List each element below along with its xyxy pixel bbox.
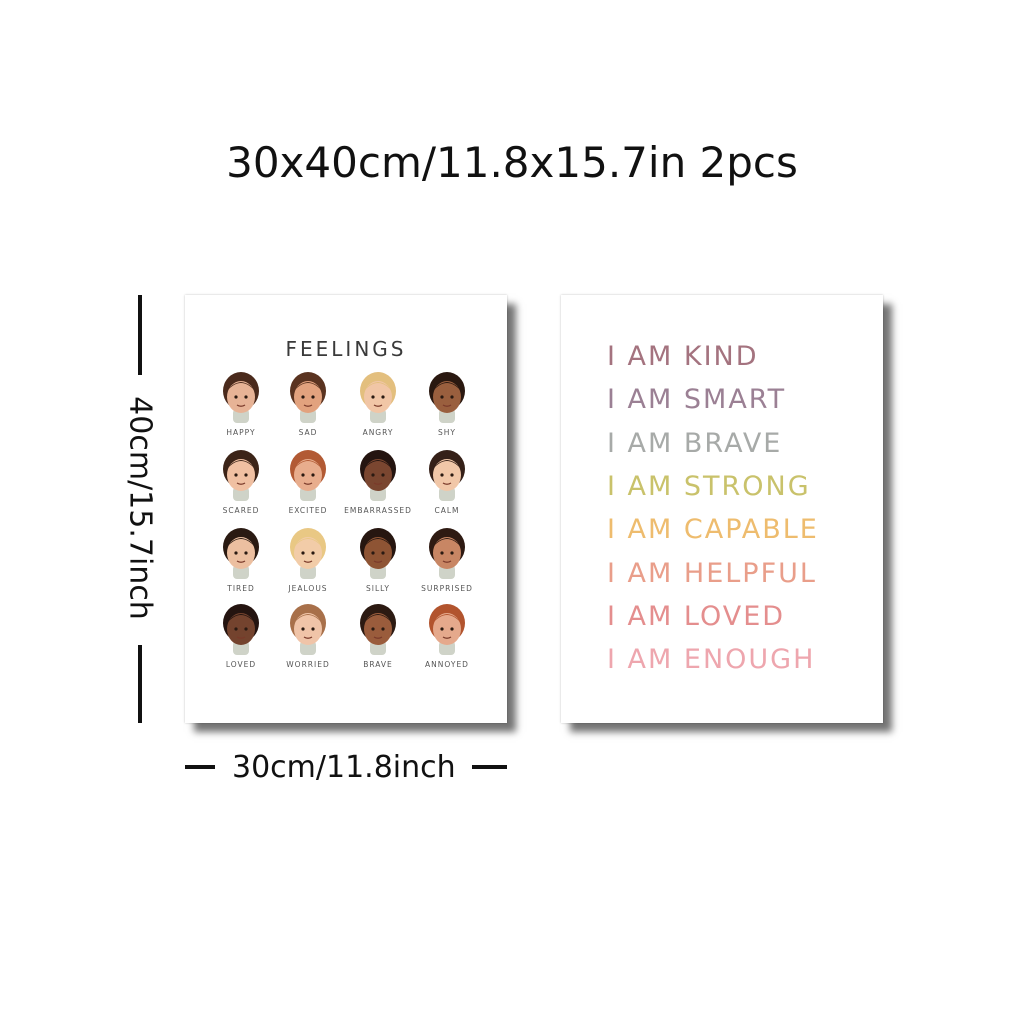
- child-face-icon: [429, 604, 465, 655]
- affirmation-line: I AM STRONG: [607, 470, 811, 502]
- affirmation-line: I AM CAPABLE: [607, 514, 819, 546]
- feeling-label: EMBARRASSED: [344, 506, 412, 515]
- affirmation-line: I AM KIND: [607, 341, 759, 372]
- feeling-card: SAD: [268, 369, 348, 441]
- feeling-label: SURPRISED: [421, 584, 473, 593]
- child-face-icon: [360, 604, 396, 655]
- height-dimension-bar-bottom: [138, 645, 142, 723]
- width-dimension-bar-left: [185, 765, 215, 769]
- feeling-card: EMBARRASSED: [338, 447, 418, 519]
- child-face-icon: [290, 604, 326, 655]
- child-face-icon: [429, 450, 465, 501]
- child-face-icon: [290, 528, 326, 579]
- child-face-icon: [360, 450, 396, 501]
- child-face-icon: [290, 372, 326, 423]
- feeling-label: SILLY: [366, 584, 390, 593]
- feeling-card: CALM: [407, 447, 487, 519]
- child-face-icon: [290, 450, 326, 501]
- affirmation-line: I AM ENOUGH: [607, 644, 816, 676]
- product-size-headline: 30x40cm/11.8x15.7in 2pcs: [226, 138, 798, 187]
- feeling-label: ANNOYED: [425, 660, 469, 669]
- feeling-label: BRAVE: [363, 660, 393, 669]
- child-face-icon: [360, 372, 396, 423]
- feelings-poster: FEELINGS HAPPY SAD ANGRY SHY SCARED EXCITED EM…: [185, 295, 507, 723]
- feeling-card: JEALOUS: [268, 525, 348, 597]
- feeling-label: SAD: [298, 428, 318, 437]
- feeling-card: SILLY: [338, 525, 418, 597]
- affirmation-line: I AM BRAVE: [607, 427, 783, 459]
- child-face-icon: [223, 528, 259, 579]
- child-face-icon: [429, 528, 465, 579]
- width-dimension-bar-right: [472, 765, 507, 769]
- child-face-icon: [429, 372, 465, 423]
- affirmation-line: I AM LOVED: [607, 600, 786, 632]
- child-face-icon: [223, 450, 259, 501]
- feeling-card: SURPRISED: [407, 525, 487, 597]
- height-dimension-bar-top: [138, 295, 142, 375]
- child-face-icon: [223, 604, 259, 655]
- child-face-icon: [223, 372, 259, 423]
- affirmation-line: I AM SMART: [607, 384, 787, 416]
- height-dimension-label: 40cm/15.7inch: [122, 396, 158, 620]
- feeling-card: BRAVE: [338, 601, 418, 673]
- feeling-label: SHY: [438, 428, 456, 437]
- feeling-label: CALM: [434, 506, 460, 515]
- feeling-label: EXCITED: [288, 506, 328, 515]
- feeling-label: JEALOUS: [288, 584, 328, 593]
- feeling-label: WORRIED: [286, 660, 330, 669]
- feelings-poster-title: FEELINGS: [285, 337, 407, 361]
- feeling-card: ANGRY: [338, 369, 418, 441]
- feeling-card: SHY: [407, 369, 487, 441]
- feeling-card: WORRIED: [268, 601, 348, 673]
- affirmation-line: I AM HELPFUL: [607, 557, 817, 589]
- affirmations-poster: I AM KIND I AM SMART I AM BRAVE I AM STRONG…: [561, 295, 883, 723]
- width-dimension-label: 30cm/11.8inch: [232, 750, 456, 785]
- feeling-label: ANGRY: [362, 428, 394, 437]
- feeling-card: ANNOYED: [407, 601, 487, 673]
- child-face-icon: [360, 528, 396, 579]
- feeling-card: EXCITED: [268, 447, 348, 519]
